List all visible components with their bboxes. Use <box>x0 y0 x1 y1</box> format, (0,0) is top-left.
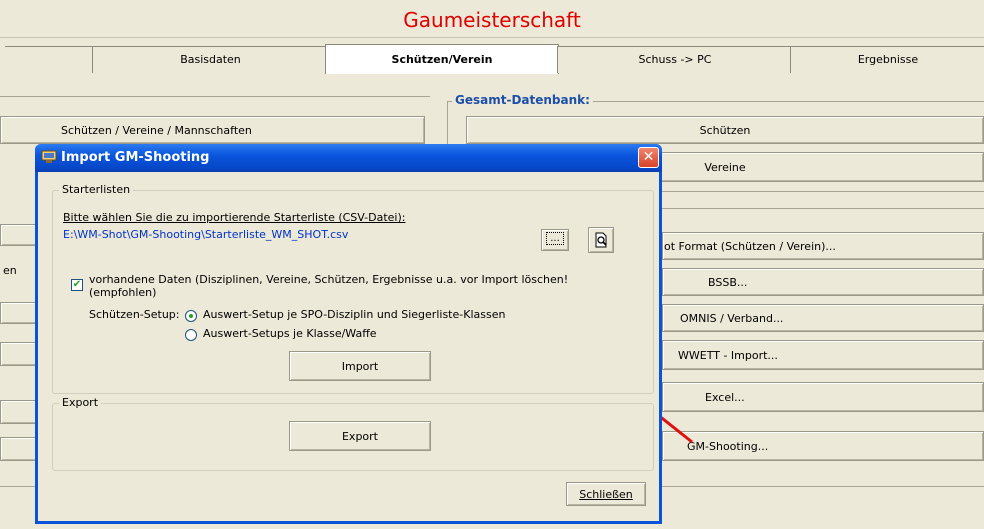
browse-button-label: ... <box>546 232 564 245</box>
right-separator-1 <box>662 191 984 192</box>
tab-basisdaten[interactable]: Basisdaten <box>92 46 329 73</box>
browse-button[interactable]: ... <box>541 229 569 251</box>
tab-ergebnisse[interactable]: Ergebnisse <box>790 46 984 73</box>
right-bottom-line <box>662 486 984 487</box>
left-button-stub-2[interactable] <box>0 302 40 324</box>
left-button-stub-5[interactable] <box>0 437 40 461</box>
schuetzen-setup-label: Schützen-Setup: <box>89 308 180 321</box>
gesamt-datenbank-title: Gesamt-Datenbank: <box>452 93 593 107</box>
starterliste-path[interactable]: E:\WM-Shot\GM-Shooting\Starterliste_WM_S… <box>63 228 348 241</box>
import-button[interactable]: Import <box>289 351 431 381</box>
left-partial-label: en <box>3 264 17 277</box>
format-import-button[interactable]: ot Format (Schützen / Verein)... <box>662 232 984 260</box>
radio-setup-klasse[interactable] <box>185 329 197 341</box>
tab-empty <box>5 46 94 73</box>
left-button-stub-1[interactable] <box>0 224 40 246</box>
starterliste-prompt: Bitte wählen Sie die zu importierende St… <box>63 211 406 224</box>
gm-shooting-button[interactable]: GM-Shooting... <box>662 431 984 461</box>
left-button-stub-4[interactable] <box>0 400 40 424</box>
tab-schuss-pc[interactable]: Schuss -> PC <box>557 46 793 73</box>
radio-setup-spo-label: Auswert-Setup je SPO-Disziplin und Siege… <box>203 308 506 321</box>
starterlisten-group: Starterlisten Bitte wählen Sie die zu im… <box>52 183 654 394</box>
left-button-stub-3[interactable] <box>0 342 40 366</box>
export-legend: Export <box>59 396 102 409</box>
left-group-line <box>0 96 430 97</box>
wwett-import-button[interactable]: WWETT - Import... <box>662 340 984 370</box>
radio-setup-klasse-label: Auswert-Setups je Klasse/Waffe <box>203 327 377 340</box>
left-bottom-line <box>0 486 40 487</box>
app-icon <box>41 150 57 163</box>
schuetzen-vereine-mannschaften-button[interactable]: Schützen / Vereine / Mannschaften <box>0 116 425 144</box>
starterlisten-legend: Starterlisten <box>59 183 134 196</box>
omnis-verband-button[interactable]: OMNIS / Verband... <box>662 304 984 332</box>
schuetzen-db-button[interactable]: Schützen <box>466 116 984 144</box>
preview-button[interactable] <box>588 227 614 253</box>
radio-setup-spo[interactable] <box>185 310 197 322</box>
export-group: Export Export <box>52 396 654 471</box>
delete-data-checkbox[interactable]: ✔ <box>71 279 83 291</box>
dialog-title: Import GM-Shooting <box>61 150 210 165</box>
preview-icon <box>595 232 607 248</box>
dialog-close-icon[interactable]: ✕ <box>638 147 659 168</box>
app-title: Gaumeisterschaft <box>0 0 984 38</box>
import-dialog: Import GM-Shooting ✕ Starterlisten Bitte… <box>35 144 662 524</box>
tab-schuetzen-verein[interactable]: Schützen/Verein <box>325 44 559 74</box>
export-button[interactable]: Export <box>289 421 431 451</box>
tab-strip: Basisdaten Schützen/Verein Schuss -> PC … <box>0 44 984 74</box>
delete-data-label-line1: vorhandene Daten (Disziplinen, Vereine, … <box>89 273 569 286</box>
bssb-button[interactable]: BSSB... <box>662 268 984 296</box>
right-separator-2 <box>662 208 984 209</box>
excel-button[interactable]: Excel... <box>662 382 984 412</box>
delete-data-label-line2: (empfohlen) <box>89 286 157 299</box>
dialog-titlebar[interactable]: Import GM-Shooting ✕ <box>35 144 662 172</box>
schliessen-button[interactable]: Schließen <box>566 482 646 506</box>
